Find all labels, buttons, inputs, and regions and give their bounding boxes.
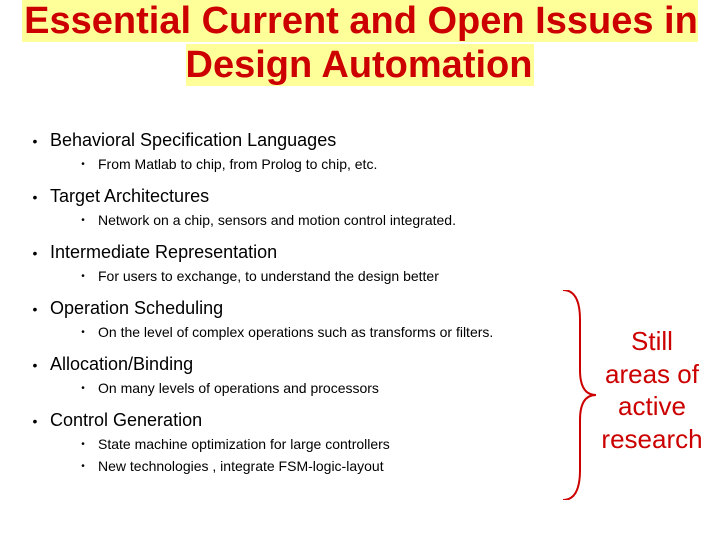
level1-label: Intermediate Representation	[50, 242, 277, 263]
level2-label: From Matlab to chip, from Prolog to chip…	[98, 156, 377, 172]
level2-label: On many levels of operations and process…	[98, 380, 379, 396]
bullet-icon: •	[20, 130, 50, 152]
level1-row: • Intermediate Representation	[20, 242, 580, 264]
level1-label: Target Architectures	[50, 186, 209, 207]
list-item: • Operation Scheduling • On the level of…	[20, 298, 580, 342]
level1-row: • Behavioral Specification Languages	[20, 130, 580, 152]
level1-row: • Control Generation	[20, 410, 580, 432]
level2-label: On the level of complex operations such …	[98, 324, 493, 340]
title-container: Essential Current and Open Issues in Des…	[0, 0, 720, 87]
level1-row: • Allocation/Binding	[20, 354, 580, 376]
bullet-icon: •	[20, 354, 50, 376]
level2-row: • From Matlab to chip, from Prolog to ch…	[20, 156, 580, 174]
bullet-icon: •	[68, 380, 98, 398]
level2-row: • Network on a chip, sensors and motion …	[20, 212, 580, 230]
callout-text: Still areas of active research	[596, 325, 708, 455]
bullet-icon: •	[68, 324, 98, 342]
bullet-icon: •	[68, 436, 98, 454]
bullet-icon: •	[68, 458, 98, 476]
level1-row: • Target Architectures	[20, 186, 580, 208]
list-item: • Control Generation • State machine opt…	[20, 410, 580, 476]
level2-row: • On many levels of operations and proce…	[20, 380, 580, 398]
level1-label: Behavioral Specification Languages	[50, 130, 336, 151]
bullet-icon: •	[20, 298, 50, 320]
level1-label: Control Generation	[50, 410, 202, 431]
bullet-icon: •	[20, 186, 50, 208]
list-item: • Behavioral Specification Languages • F…	[20, 130, 580, 174]
level1-row: • Operation Scheduling	[20, 298, 580, 320]
brace-icon	[558, 290, 598, 500]
level1-label: Allocation/Binding	[50, 354, 193, 375]
level2-row: • New technologies , integrate FSM-logic…	[20, 458, 580, 476]
level1-label: Operation Scheduling	[50, 298, 223, 319]
bullet-icon: •	[68, 212, 98, 230]
list-item: • Allocation/Binding • On many levels of…	[20, 354, 580, 398]
level2-label: State machine optimization for large con…	[98, 436, 390, 452]
list-item: • Target Architectures • Network on a ch…	[20, 186, 580, 230]
content-list: • Behavioral Specification Languages • F…	[20, 130, 580, 488]
level2-label: New technologies , integrate FSM-logic-l…	[98, 458, 384, 474]
level2-row: • State machine optimization for large c…	[20, 436, 580, 454]
slide-title: Essential Current and Open Issues in Des…	[22, 0, 698, 86]
level2-label: Network on a chip, sensors and motion co…	[98, 212, 456, 228]
bullet-icon: •	[68, 268, 98, 286]
bullet-icon: •	[20, 410, 50, 432]
slide: Essential Current and Open Issues in Des…	[0, 0, 720, 540]
level2-row: • For users to exchange, to understand t…	[20, 268, 580, 286]
level2-label: For users to exchange, to understand the…	[98, 268, 439, 284]
bullet-icon: •	[68, 156, 98, 174]
level2-row: • On the level of complex operations suc…	[20, 324, 580, 342]
bullet-icon: •	[20, 242, 50, 264]
list-item: • Intermediate Representation • For user…	[20, 242, 580, 286]
